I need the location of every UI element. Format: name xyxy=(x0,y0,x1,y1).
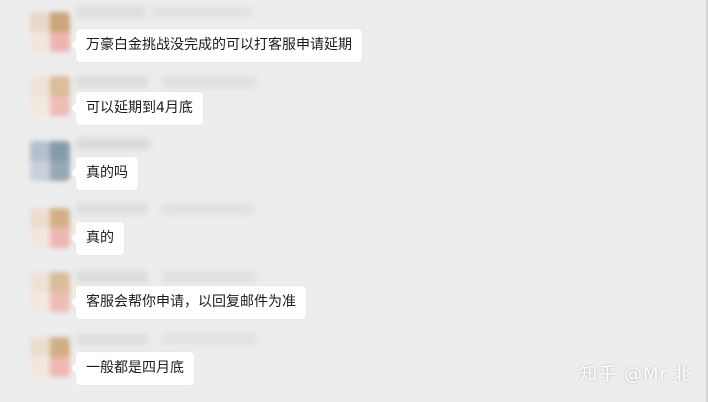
message-bubble[interactable]: 客服会帮你申请，以回复邮件为准 xyxy=(71,286,306,319)
avatar[interactable] xyxy=(30,272,70,312)
message-bubble[interactable]: 真的 xyxy=(71,222,124,255)
avatar[interactable] xyxy=(30,208,70,248)
sender-name-blurred xyxy=(76,138,150,150)
avatar[interactable] xyxy=(30,141,70,181)
avatar[interactable] xyxy=(30,12,70,52)
chat-area: 万豪白金挑战没完成的可以打客服申请延期 可以延期到4月底 真的吗 真的 客服会帮… xyxy=(0,0,708,402)
message-bubble[interactable]: 真的吗 xyxy=(71,157,138,190)
watermark: 知乎 @Mr.北 xyxy=(579,360,692,386)
sender-name-blurred xyxy=(162,271,257,283)
watermark-text: 知乎 @Mr.北 xyxy=(579,364,692,385)
sender-name-blurred xyxy=(162,333,257,345)
sender-name-blurred xyxy=(162,76,257,88)
sender-name-blurred xyxy=(76,333,148,345)
message-bubble[interactable]: 一般都是四月底 xyxy=(71,352,194,385)
sender-name-blurred xyxy=(160,203,255,215)
avatar[interactable] xyxy=(30,76,70,116)
avatar[interactable] xyxy=(30,337,70,377)
message-bubble[interactable]: 万豪白金挑战没完成的可以打客服申请延期 xyxy=(71,29,362,62)
message-bubble[interactable]: 可以延期到4月底 xyxy=(71,92,203,125)
sender-name-blurred xyxy=(152,6,252,18)
sender-name-blurred xyxy=(76,271,148,283)
sender-name-blurred xyxy=(76,6,146,18)
sender-name-blurred xyxy=(76,203,148,215)
sender-name-blurred xyxy=(76,76,148,88)
